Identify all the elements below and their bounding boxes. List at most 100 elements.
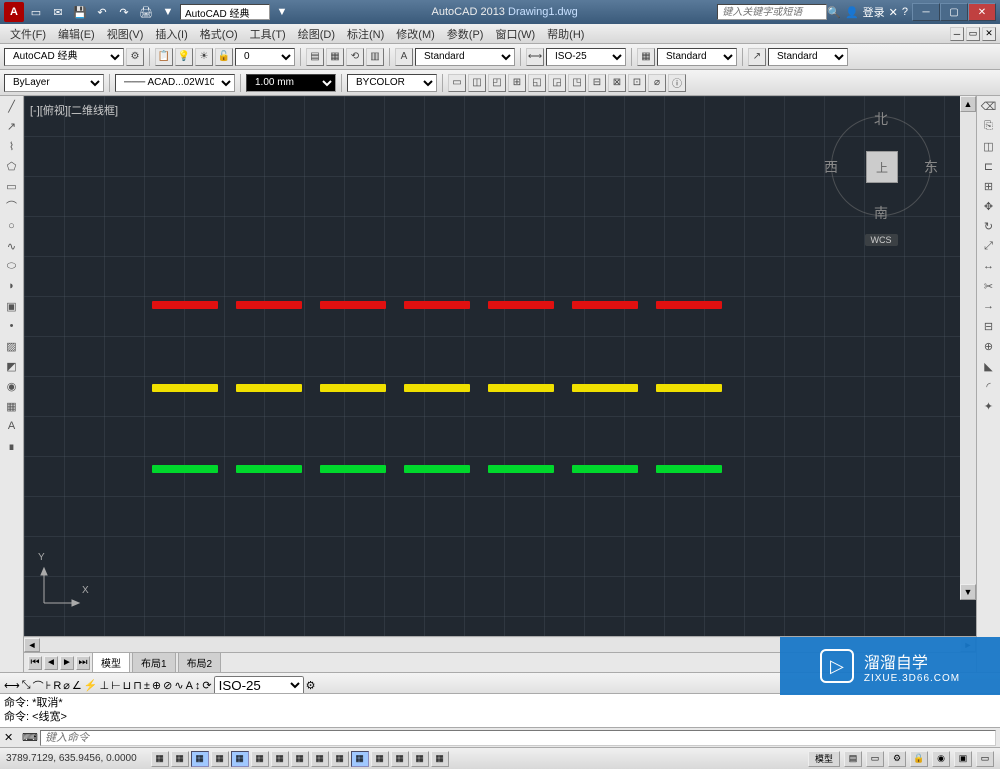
viewport8-icon[interactable]: ⊟ [588, 74, 606, 92]
stretch-icon[interactable]: ↔ [977, 256, 1000, 276]
menu-view[interactable]: 视图(V) [101, 24, 150, 44]
status-toggle-osn[interactable]: ▦ [251, 751, 269, 767]
hatch-icon[interactable]: ▨ [0, 336, 23, 356]
scroll-left-icon[interactable]: ◄ [24, 638, 40, 652]
dashed-line[interactable] [152, 301, 722, 309]
dim-diameter-icon[interactable]: ⌀ [63, 679, 70, 692]
chamfer-icon[interactable]: ◣ [977, 356, 1000, 376]
dim-inspect-icon[interactable]: ⊘ [163, 679, 172, 692]
undo-icon[interactable]: ↶ [92, 3, 112, 21]
workspace-dropdown[interactable]: AutoCAD 经典 [4, 48, 124, 66]
viewcube-wcs[interactable]: WCS [865, 234, 898, 246]
ray-icon[interactable]: ↗ [0, 116, 23, 136]
array-icon[interactable]: ⊞ [977, 176, 1000, 196]
status-toggle-3do[interactable]: ▦ [271, 751, 289, 767]
toolbar-lock-icon[interactable]: 🔒 [910, 751, 928, 767]
mleader-style-icon[interactable]: ↗ [748, 48, 766, 66]
dim-angular-icon[interactable]: ∠ [72, 679, 82, 692]
view-label[interactable]: [-][俯视][二维线框] [30, 102, 118, 118]
close-button[interactable]: ✕ [968, 3, 996, 21]
mtext-icon[interactable]: ∎ [0, 436, 23, 456]
block-icon[interactable]: ▣ [0, 296, 23, 316]
lock-icon[interactable]: 🔓 [215, 48, 233, 66]
rectangle-icon[interactable]: ▭ [0, 176, 23, 196]
viewport9-icon[interactable]: ⊠ [608, 74, 626, 92]
menu-format[interactable]: 格式(O) [194, 24, 244, 44]
status-toggle-tpy[interactable]: ▦ [371, 751, 389, 767]
polyline-icon[interactable]: ⌇ [0, 136, 23, 156]
viewport2-icon[interactable]: ◫ [468, 74, 486, 92]
line-icon[interactable]: ╱ [0, 96, 23, 116]
fillet-icon[interactable]: ◜ [977, 376, 1000, 396]
layer-states-icon[interactable]: ▤ [306, 48, 324, 66]
join-icon[interactable]: ⊕ [977, 336, 1000, 356]
viewport-icon[interactable]: ▭ [448, 74, 466, 92]
user-icon[interactable]: 👤 [845, 6, 859, 19]
layer-match-icon[interactable]: ▥ [366, 48, 384, 66]
clean-screen-icon[interactable]: ▭ [976, 751, 994, 767]
app-logo[interactable]: A [4, 2, 24, 22]
doc-restore-button[interactable]: ▭ [966, 27, 980, 41]
table-icon[interactable]: ▦ [0, 396, 23, 416]
gear-icon[interactable]: ⚙ [126, 48, 144, 66]
viewport11-icon[interactable]: ⌀ [648, 74, 666, 92]
move-icon[interactable]: ✥ [977, 196, 1000, 216]
bulb-icon[interactable]: 💡 [175, 48, 193, 66]
tab-layout2[interactable]: 布局2 [178, 652, 222, 673]
dim-ordinate-icon[interactable]: ⊦ [46, 679, 52, 692]
table-style-dropdown[interactable]: Standard [657, 48, 737, 66]
status-toggle-duc[interactable]: ▦ [311, 751, 329, 767]
workspace-selector[interactable] [180, 4, 270, 20]
quickview-icon[interactable]: ▤ [844, 751, 862, 767]
menu-modify[interactable]: 修改(M) [390, 24, 441, 44]
print-icon[interactable]: 🖨 [136, 3, 156, 21]
status-toggle-grd[interactable]: ▦ [191, 751, 209, 767]
dim-radius-icon[interactable]: R [53, 680, 61, 692]
chevron-down-icon[interactable]: ▼ [272, 3, 292, 21]
viewport6-icon[interactable]: ◲ [548, 74, 566, 92]
viewport5-icon[interactable]: ◱ [528, 74, 546, 92]
menu-edit[interactable]: 编辑(E) [52, 24, 101, 44]
viewport10-icon[interactable]: ⊡ [628, 74, 646, 92]
help-icon[interactable]: ? [902, 6, 908, 18]
dim-style-icon[interactable]: ⟷ [526, 48, 544, 66]
open-icon[interactable]: ✉ [48, 3, 68, 21]
layer-dropdown[interactable]: 0 [235, 48, 295, 66]
tab-first-icon[interactable]: ⏮ [28, 656, 42, 670]
ellipse-arc-icon[interactable]: ◗ [0, 276, 23, 296]
arc-icon[interactable]: ⌒ [0, 196, 23, 216]
new-icon[interactable]: ▭ [26, 3, 46, 21]
dim-jog-icon[interactable]: ∿ [174, 679, 183, 692]
region-icon[interactable]: ◉ [0, 376, 23, 396]
circle-icon[interactable]: ○ [0, 216, 23, 236]
status-toggle-dyn[interactable]: ▦ [331, 751, 349, 767]
dim-break-icon[interactable]: ⊓ [133, 679, 142, 692]
login-label[interactable]: 登录 [863, 4, 885, 20]
viewcube-top[interactable]: 上 [866, 151, 898, 183]
copy-icon[interactable]: ⎘ [977, 116, 1000, 136]
dim-baseline-icon[interactable]: ⊥ [99, 679, 109, 692]
maximize-button[interactable]: ▢ [940, 3, 968, 21]
layer-props-icon[interactable]: 📋 [155, 48, 173, 66]
command-close-icon[interactable]: ✕ [4, 731, 18, 745]
text-style-icon[interactable]: A [395, 48, 413, 66]
status-toggle-inf[interactable]: ▦ [151, 751, 169, 767]
viewcube-south[interactable]: 南 [874, 203, 888, 223]
viewport7-icon[interactable]: ◳ [568, 74, 586, 92]
annotation-scale-icon[interactable]: ▭ [866, 751, 884, 767]
viewcube-west[interactable]: 西 [824, 157, 838, 177]
coordinates[interactable]: 3789.7129, 635.9456, 0.0000 [6, 753, 137, 764]
extend-icon[interactable]: → [977, 296, 1000, 316]
search-icon[interactable]: 🔍 [827, 6, 841, 19]
exchange-icon[interactable]: ✕ [889, 6, 898, 19]
dim-style-dropdown[interactable]: ISO-25 [546, 48, 626, 66]
dim-update-icon[interactable]: ⟳ [202, 679, 211, 692]
dim-arc-icon[interactable]: ⌒ [33, 678, 44, 694]
sun-icon[interactable]: ☀ [195, 48, 213, 66]
dim-quick-icon[interactable]: ⚡ [84, 679, 98, 692]
status-toggle-otr[interactable]: ▦ [291, 751, 309, 767]
minimize-button[interactable]: ─ [912, 3, 940, 21]
layer-iso-icon[interactable]: ▦ [326, 48, 344, 66]
lineweight-dropdown[interactable]: 1.00 mm [246, 74, 336, 92]
offset-icon[interactable]: ⊏ [977, 156, 1000, 176]
